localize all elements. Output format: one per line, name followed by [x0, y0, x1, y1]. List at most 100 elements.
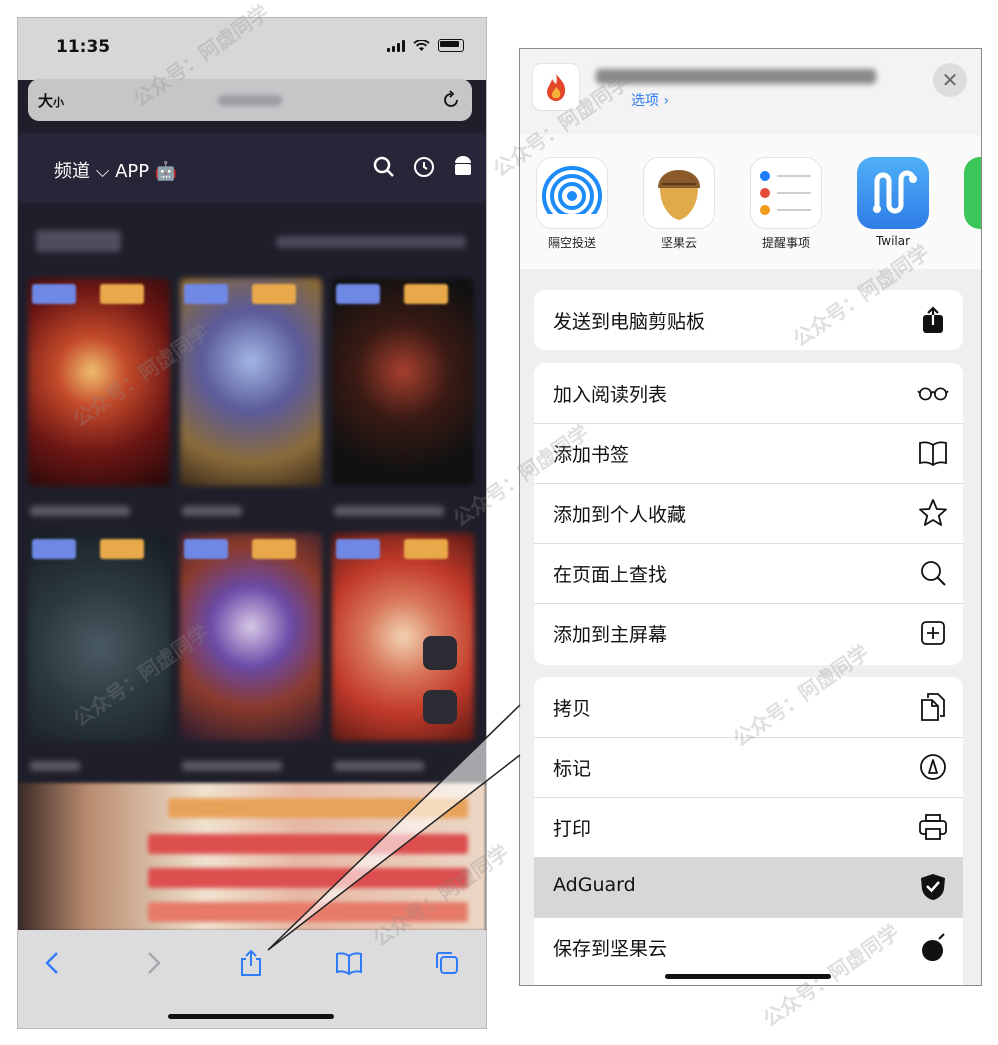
poster-tag [100, 539, 144, 559]
header-icons [372, 155, 474, 179]
poster-tag [252, 284, 296, 304]
options-link[interactable]: 选项 › [631, 90, 669, 110]
search-icon[interactable] [372, 155, 396, 179]
poster-caption [334, 506, 444, 516]
status-icons [387, 39, 464, 52]
action-add-home-screen[interactable]: 添加到主屏幕 [534, 603, 963, 663]
text-size-button[interactable]: 大小 [38, 90, 64, 111]
glasses-icon [917, 377, 949, 409]
poster-caption [182, 506, 242, 516]
action-label: 添加到个人收藏 [553, 504, 687, 526]
status-time: 11:35 [56, 37, 111, 57]
markup-icon [917, 751, 949, 783]
section-links-blurred [276, 236, 466, 248]
add-square-icon [917, 617, 949, 649]
back-arrow-icon[interactable] [38, 948, 68, 978]
app-label: 坚果云 [660, 236, 697, 250]
video-poster[interactable] [332, 278, 474, 486]
star-icon [917, 497, 949, 529]
book-icon [917, 437, 949, 469]
fire-logo-icon [547, 74, 566, 101]
app-label: 提醒事项 [761, 236, 810, 250]
action-save-jianguoyun[interactable]: 保存到坚果云 [534, 917, 963, 977]
action-add-favorites[interactable]: 添加到个人收藏 [534, 483, 963, 544]
action-label: 添加到主屏幕 [553, 624, 668, 646]
tabs-icon[interactable] [432, 948, 462, 978]
adguard-shield-icon [917, 871, 949, 903]
cellular-signal-icon [387, 39, 405, 52]
wifi-icon [413, 39, 430, 51]
battery-icon [438, 39, 464, 52]
floating-button[interactable] [423, 690, 457, 724]
action-add-reading-list[interactable]: 加入阅读列表 [534, 363, 963, 424]
action-find-on-page[interactable]: 在页面上查找 [534, 543, 963, 604]
safari-toolbar [18, 930, 486, 1028]
copy-icon [917, 691, 949, 723]
printer-icon [917, 811, 949, 843]
close-button[interactable]: ✕ [933, 63, 967, 97]
site-header: 频道 ⌵ APP 🤖 [18, 133, 486, 203]
poster-caption [30, 761, 80, 771]
action-label: 发送到电脑剪贴板 [553, 311, 706, 333]
ad-text-blurred [148, 868, 468, 888]
site-title-blurred [596, 69, 876, 84]
forward-arrow-icon[interactable] [138, 948, 168, 978]
app-jianguoyun[interactable]: 坚果云 [639, 157, 719, 251]
action-label: 标记 [553, 758, 592, 780]
reload-icon[interactable] [440, 89, 462, 111]
action-label: 保存到坚果云 [553, 938, 668, 960]
action-adguard[interactable]: AdGuard [534, 857, 963, 918]
poster-caption [182, 761, 282, 771]
app-reminders[interactable]: 提醒事项 [746, 157, 826, 251]
app-twilar[interactable]: Twilar [853, 157, 933, 248]
poster-tag [336, 539, 380, 559]
share-sheet: 选项 › ✕ 隔空投送 坚果云 提醒事项 Twilar 发送到电脑剪贴板 加入阅… [519, 48, 982, 986]
poster-tag [100, 284, 144, 304]
section-title-blurred [36, 230, 121, 252]
poster-caption [30, 506, 130, 516]
ad-text-blurred [168, 798, 468, 818]
app-partial[interactable] [960, 157, 981, 229]
action-label: 打印 [553, 818, 592, 840]
poster-tag [32, 539, 76, 559]
jianguoyun-icon [643, 157, 715, 229]
poster-caption [334, 761, 424, 771]
poster-tag [404, 539, 448, 559]
ad-text-blurred [148, 834, 468, 854]
video-poster[interactable] [180, 278, 322, 486]
poster-tag [184, 539, 228, 559]
poster-tag [404, 284, 448, 304]
url-text-blurred [218, 95, 282, 106]
phone-screenshot: 11:35 大小 频道 ⌵ APP 🤖 [17, 17, 487, 1029]
action-send-to-pc-clipboard[interactable]: 发送到电脑剪贴板 [534, 290, 963, 350]
action-group-1: 发送到电脑剪贴板 [534, 290, 963, 350]
home-indicator [168, 1014, 334, 1019]
android-app-icon[interactable] [452, 155, 474, 179]
floating-button[interactable] [423, 636, 457, 670]
partial-app-icon [964, 157, 981, 229]
bookmarks-icon[interactable] [334, 948, 364, 978]
poster-tag [184, 284, 228, 304]
action-label: 在页面上查找 [553, 564, 668, 586]
action-label: 拷贝 [553, 698, 592, 720]
app-label: 隔空投送 [547, 236, 596, 250]
nut-icon [917, 931, 949, 963]
share-box-icon [917, 304, 949, 336]
twilar-icon [857, 157, 929, 229]
history-icon[interactable] [412, 155, 436, 179]
action-print[interactable]: 打印 [534, 797, 963, 858]
share-icon[interactable] [236, 948, 266, 978]
poster-tag [252, 539, 296, 559]
airdrop-icon [536, 157, 608, 229]
action-label: AdGuard [553, 874, 636, 896]
poster-tag [336, 284, 380, 304]
app-airdrop[interactable]: 隔空投送 [532, 157, 612, 251]
action-add-bookmark[interactable]: 添加书签 [534, 423, 963, 484]
android-icon: 🤖 [154, 161, 178, 182]
channel-menu[interactable]: 频道 ⌵ APP 🤖 [54, 157, 177, 183]
reminders-icon [750, 157, 822, 229]
poster-tag [32, 284, 76, 304]
action-group-2: 加入阅读列表 添加书签 添加到个人收藏 在页面上查找 添加到主屏幕 [534, 363, 963, 665]
safari-address-bar[interactable]: 大小 [28, 79, 472, 121]
action-label: 加入阅读列表 [553, 384, 668, 406]
